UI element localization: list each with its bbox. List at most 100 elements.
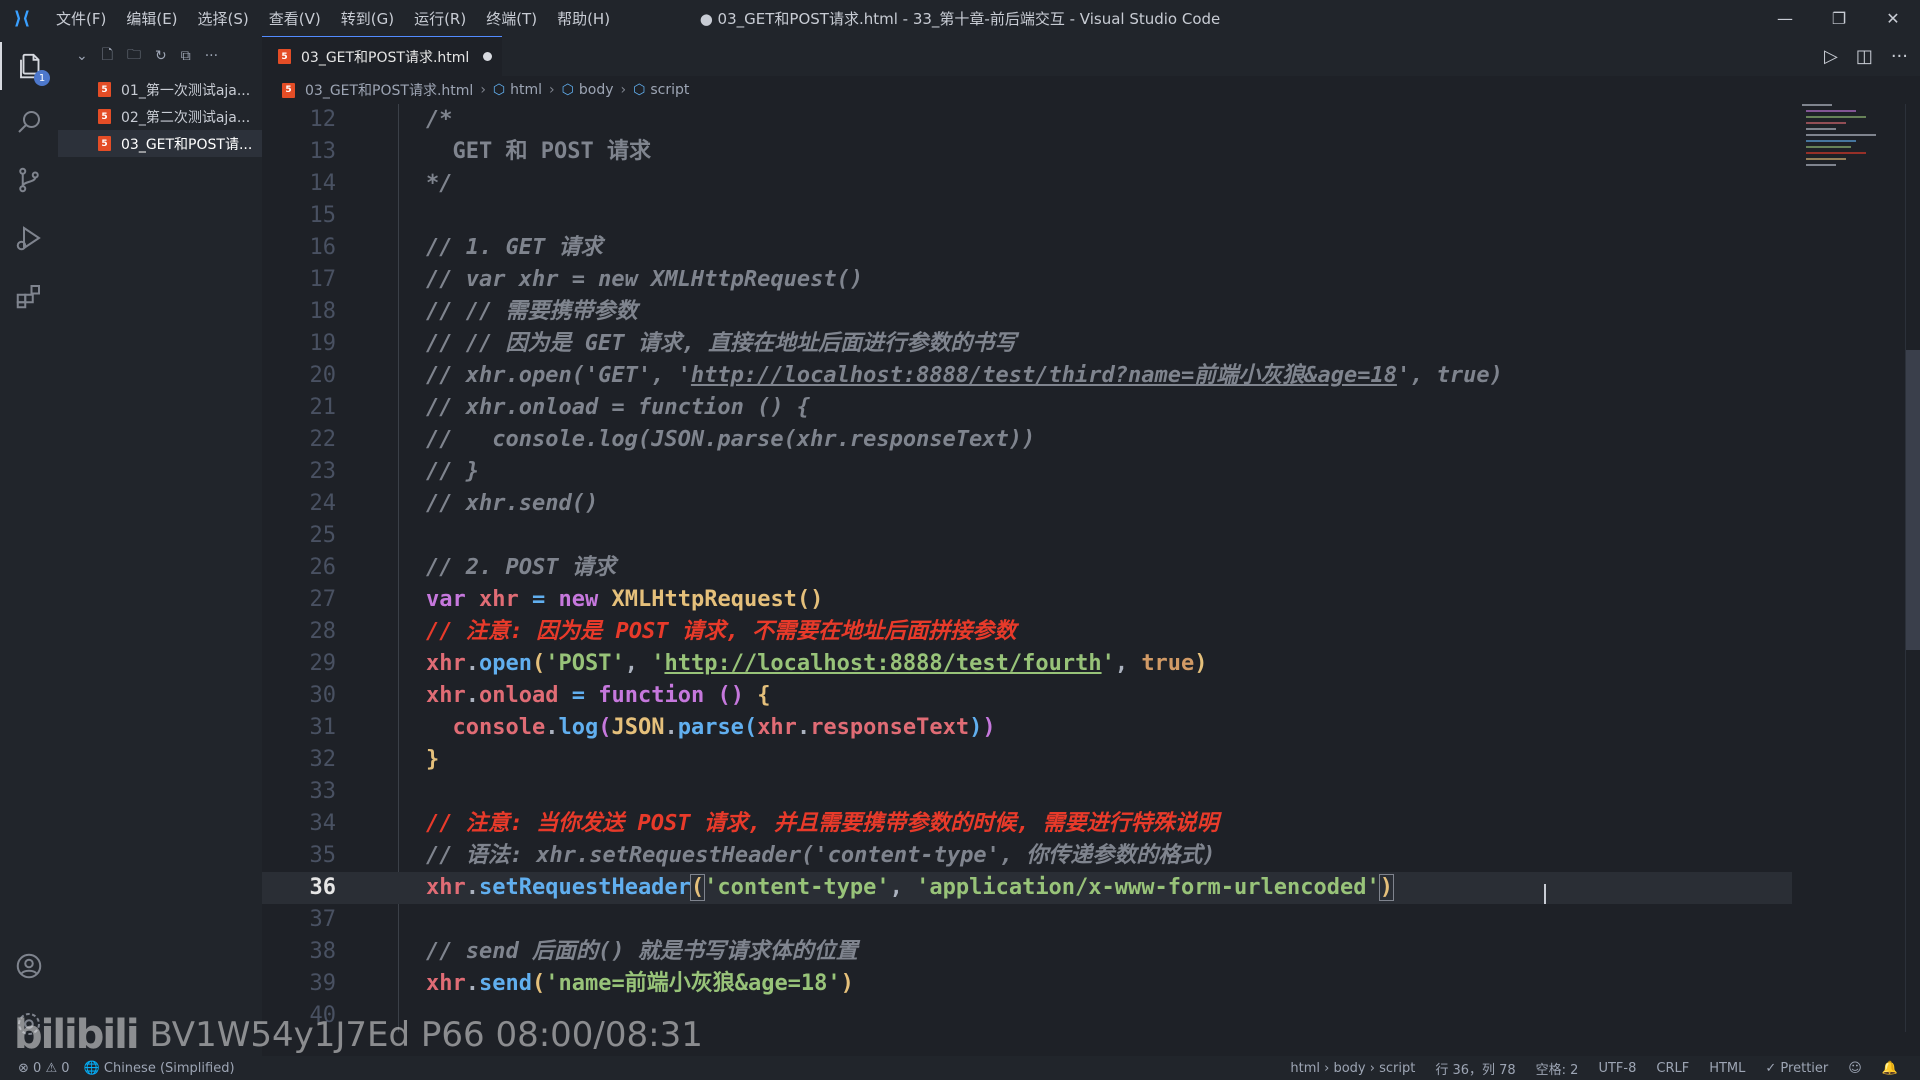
line-number: 36 bbox=[309, 875, 337, 900]
line-number: 12 bbox=[309, 107, 337, 132]
account-icon[interactable] bbox=[0, 942, 58, 990]
activity-bar: 1 bbox=[0, 36, 58, 1056]
code-line: 20// xhr.open('GET', 'http://localhost:8… bbox=[262, 360, 1904, 392]
tab-label: 03_GET和POST请求.html bbox=[301, 49, 470, 66]
symbol-icon: ⬡ bbox=[633, 82, 646, 98]
globe-icon: 🌐 bbox=[83, 1060, 100, 1076]
html-file-icon: 5 bbox=[278, 49, 291, 64]
line-number: 27 bbox=[309, 587, 337, 612]
code-line-current: 36 xhr.setRequestHeader('content-type', '… bbox=[262, 872, 1792, 904]
menu-terminal[interactable]: 终端(T) bbox=[476, 0, 547, 36]
split-editor-icon[interactable]: ◫ bbox=[1856, 46, 1873, 67]
line-number: 22 bbox=[309, 427, 337, 452]
breadcrumb-body[interactable]: body bbox=[579, 82, 614, 98]
code-line: 17// var xhr = new XMLHttpRequest() bbox=[262, 264, 1904, 296]
code-line: 24// xhr.send() bbox=[262, 488, 1904, 520]
vertical-scrollbar[interactable] bbox=[1905, 104, 1920, 1032]
menu-file[interactable]: 文件(F) bbox=[46, 0, 116, 36]
language-pack-item[interactable]: 🌐 Chinese (Simplified) bbox=[84, 1061, 235, 1076]
html-file-icon: 5 bbox=[98, 82, 111, 97]
source-control-icon[interactable] bbox=[0, 156, 58, 204]
language-mode[interactable]: HTML bbox=[1709, 1061, 1745, 1076]
file-item[interactable]: 5 01_第一次测试aja... bbox=[58, 76, 262, 103]
more-icon[interactable]: ··· bbox=[205, 48, 218, 64]
code-editor[interactable]: 12/* 13 GET 和 POST 请求 14 */ 15 16// 1. GE… bbox=[262, 104, 1904, 1032]
menu-selection[interactable]: 选择(S) bbox=[188, 0, 259, 36]
menu-run[interactable]: 运行(R) bbox=[404, 0, 476, 36]
line-number: 35 bbox=[309, 843, 337, 868]
line-number: 20 bbox=[309, 363, 337, 388]
editor-tab[interactable]: 5 03_GET和POST请求.html bbox=[262, 36, 502, 76]
text-cursor-icon bbox=[1544, 884, 1546, 904]
file-item[interactable]: 5 02_第二次测试aja... bbox=[58, 103, 262, 130]
new-file-icon[interactable]: 🗋 bbox=[102, 44, 113, 68]
code-line: 12/* bbox=[262, 104, 1904, 136]
code-line: 15 bbox=[262, 200, 1904, 232]
file-item-active[interactable]: 5 03_GET和POST请... bbox=[58, 130, 262, 157]
warning-count: 0 bbox=[61, 1060, 70, 1076]
line-number: 24 bbox=[309, 491, 337, 516]
status-path[interactable]: html › body › script bbox=[1290, 1061, 1415, 1076]
prettier-status[interactable]: ✓ Prettier bbox=[1765, 1061, 1828, 1076]
run-debug-icon[interactable] bbox=[0, 214, 58, 262]
line-number: 19 bbox=[309, 331, 337, 356]
problems-indicator[interactable]: ⊗ 0 ⚠ 0 bbox=[18, 1061, 70, 1076]
chevron-right-icon: › bbox=[549, 82, 555, 98]
minimap[interactable] bbox=[1802, 104, 1902, 204]
menu-go[interactable]: 转到(G) bbox=[331, 0, 404, 36]
code-line: 19// // 因为是 GET 请求, 直接在地址后面进行参数的书写 bbox=[262, 328, 1904, 360]
refresh-icon[interactable]: ↻ bbox=[155, 48, 167, 64]
menu-edit[interactable]: 编辑(E) bbox=[116, 0, 187, 36]
chevron-icon[interactable]: ⌄ bbox=[76, 48, 88, 64]
code-line: 38// send 后面的() 就是书写请求体的位置 bbox=[262, 936, 1904, 968]
feedback-icon[interactable]: ☺ bbox=[1848, 1061, 1862, 1076]
menu-view[interactable]: 查看(V) bbox=[259, 0, 331, 36]
line-number: 23 bbox=[309, 459, 337, 484]
code-line: 28// 注意: 因为是 POST 请求, 不需要在地址后面拼接参数 bbox=[262, 616, 1904, 648]
code-line: 16// 1. GET 请求 bbox=[262, 232, 1904, 264]
breadcrumb-file[interactable]: 03_GET和POST请求.html bbox=[305, 80, 473, 100]
cursor-position[interactable]: 行 36，列 78 bbox=[1435, 1059, 1515, 1078]
vscode-logo-icon: ⟩⟨ bbox=[13, 7, 31, 29]
indentation[interactable]: 空格: 2 bbox=[1536, 1059, 1579, 1078]
line-ending[interactable]: CRLF bbox=[1656, 1061, 1689, 1076]
code-line: 39 xhr.send('name=前端小灰狼&age=18') bbox=[262, 968, 1904, 1000]
code-line: 14 */ bbox=[262, 168, 1904, 200]
bell-icon[interactable]: 🔔 bbox=[1882, 1061, 1898, 1076]
line-number: 17 bbox=[309, 267, 337, 292]
breadcrumb-script[interactable]: script bbox=[650, 82, 689, 98]
line-number: 14 bbox=[309, 171, 337, 196]
explorer-icon[interactable]: 1 bbox=[0, 42, 60, 90]
search-icon[interactable] bbox=[0, 98, 58, 146]
html-file-icon: 5 bbox=[98, 136, 111, 151]
code-line: 33 bbox=[262, 776, 1904, 808]
run-icon[interactable]: ▷ bbox=[1824, 46, 1838, 67]
line-number: 16 bbox=[309, 235, 337, 260]
explorer-toolbar: ⌄ 🗋 🗀 ↻ ⧉ ··· bbox=[58, 36, 262, 76]
code-line: 26// 2. POST 请求 bbox=[262, 552, 1904, 584]
html-file-icon: 5 bbox=[282, 82, 295, 98]
html-file-icon: 5 bbox=[98, 109, 111, 124]
unsaved-dot-icon[interactable] bbox=[483, 52, 493, 61]
file-label: 03_GET和POST请... bbox=[121, 136, 253, 153]
minimize-button[interactable]: — bbox=[1758, 0, 1812, 36]
more-actions-icon[interactable]: ··· bbox=[1891, 46, 1908, 67]
breadcrumb: 5 03_GET和POST请求.html › ⬡ html › ⬡ body › ⬡… bbox=[262, 76, 1920, 104]
extensions-icon[interactable] bbox=[0, 272, 58, 320]
breadcrumb-html[interactable]: html bbox=[510, 82, 542, 98]
code-line: 13 GET 和 POST 请求 bbox=[262, 136, 1904, 168]
scrollbar-thumb[interactable] bbox=[1906, 350, 1920, 650]
line-number: 26 bbox=[309, 555, 337, 580]
close-button[interactable]: ✕ bbox=[1866, 0, 1920, 36]
collapse-all-icon[interactable]: ⧉ bbox=[181, 48, 191, 64]
restore-button[interactable]: ❐ bbox=[1812, 0, 1866, 36]
line-number: 25 bbox=[309, 523, 337, 548]
code-line: 30 xhr.onload = function () { bbox=[262, 680, 1904, 712]
code-line: 25 bbox=[262, 520, 1904, 552]
code-line: 35// 语法: xhr.setRequestHeader('content-t… bbox=[262, 840, 1904, 872]
encoding[interactable]: UTF-8 bbox=[1598, 1061, 1636, 1076]
new-folder-icon[interactable]: 🗀 bbox=[127, 44, 141, 68]
video-watermark: bilibili BV1W54y1J7Ed P66 08:00/08:31 bbox=[14, 1012, 703, 1058]
explorer-sidebar: ⌄ 🗋 🗀 ↻ ⧉ ··· 5 01_第一次测试aja... 5 02_第二次测试a… bbox=[58, 36, 262, 1056]
menu-help[interactable]: 帮助(H) bbox=[547, 0, 620, 36]
